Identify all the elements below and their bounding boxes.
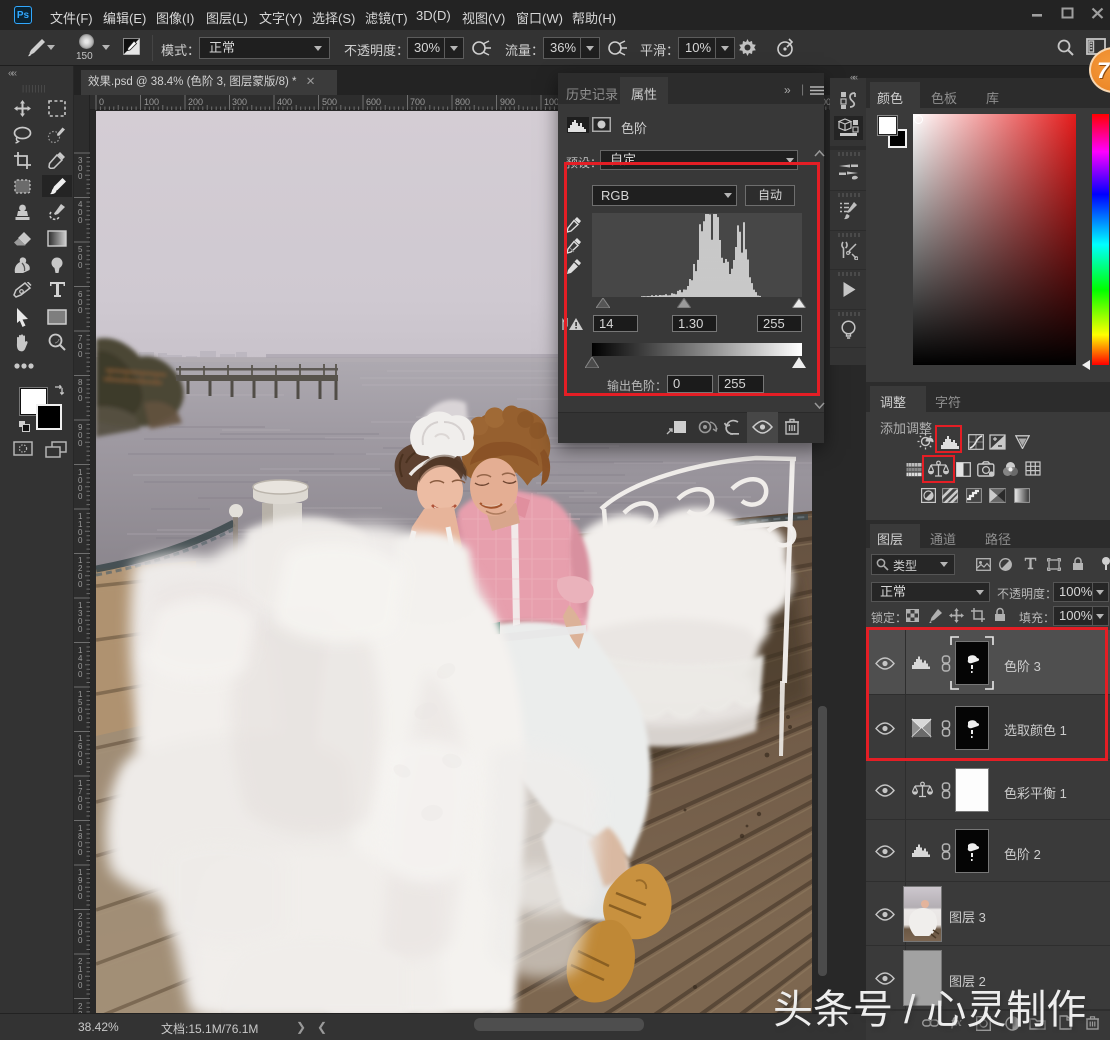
svg-text:0: 0: [78, 216, 83, 225]
svg-text:0: 0: [78, 306, 83, 315]
svg-text:0: 0: [78, 625, 83, 634]
svg-text:0: 0: [78, 714, 83, 723]
svg-text:400: 400: [277, 97, 292, 107]
svg-text:0: 0: [78, 936, 83, 945]
svg-text:0: 0: [78, 758, 83, 767]
svg-text:0: 0: [78, 580, 83, 589]
svg-text:800: 800: [455, 97, 470, 107]
svg-text:300: 300: [232, 97, 247, 107]
svg-text:100: 100: [144, 97, 159, 107]
svg-text:0: 0: [78, 981, 83, 990]
svg-text:0: 0: [78, 350, 83, 359]
svg-text:500: 500: [322, 97, 337, 107]
svg-text:0: 0: [78, 492, 83, 501]
svg-text:700: 700: [410, 97, 425, 107]
svg-text:0: 0: [78, 394, 83, 403]
svg-text:0: 0: [78, 536, 83, 545]
svg-text:200: 200: [188, 97, 203, 107]
svg-text:600: 600: [366, 97, 381, 107]
svg-text:0: 0: [78, 848, 83, 857]
svg-text:0: 0: [78, 261, 83, 270]
svg-text:0: 0: [78, 439, 83, 448]
svg-text:0: 0: [78, 803, 83, 812]
svg-text:0: 0: [78, 670, 83, 679]
svg-text:0: 0: [99, 97, 104, 107]
svg-text:0: 0: [78, 172, 83, 181]
svg-text:0: 0: [78, 892, 83, 901]
svg-text:900: 900: [500, 97, 515, 107]
